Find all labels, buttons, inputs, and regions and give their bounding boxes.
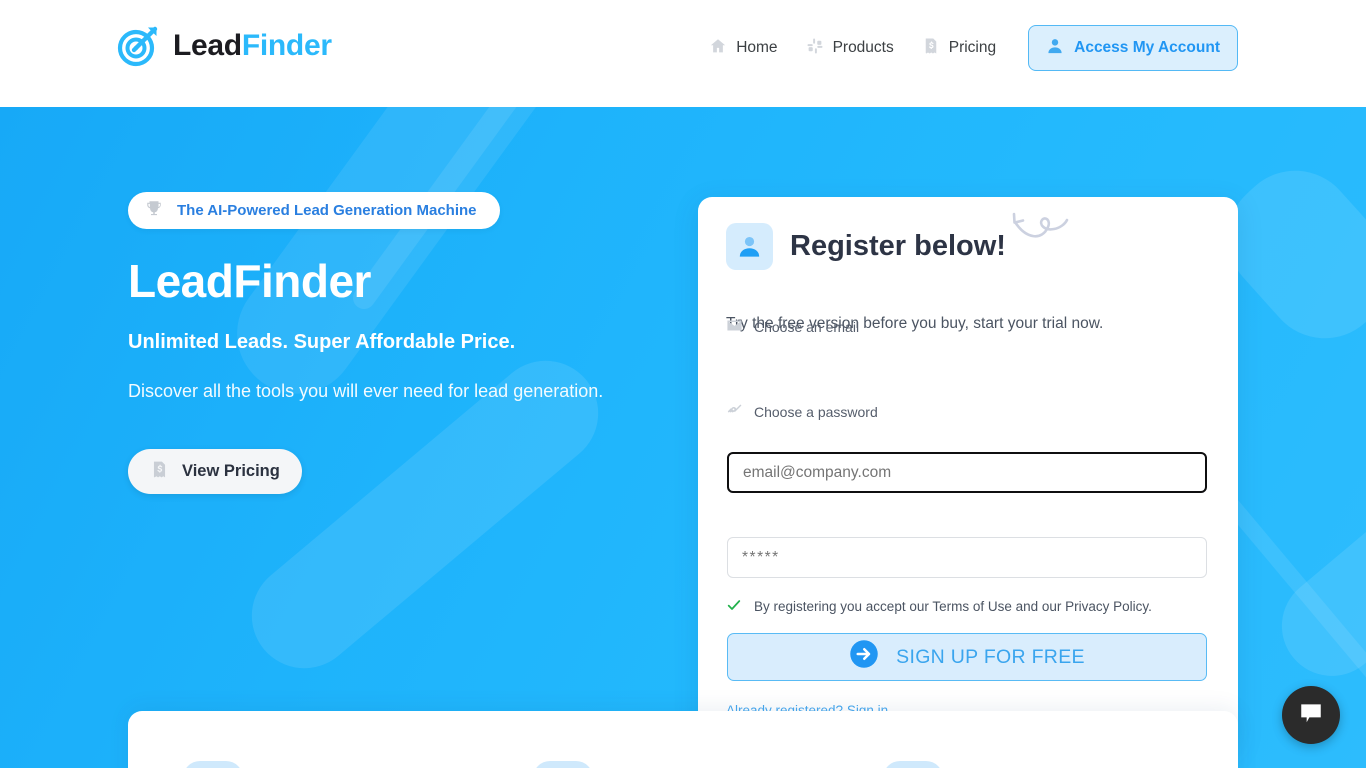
hero-description: Discover all the tools you will ever nee… bbox=[128, 381, 604, 402]
nav-item-home[interactable]: Home bbox=[695, 25, 791, 71]
receipt-dollar-icon bbox=[922, 37, 940, 60]
arrow-right-circle-icon bbox=[849, 639, 879, 675]
logo[interactable]: LeadFinder bbox=[115, 22, 332, 70]
password-label-text: Choose a password bbox=[754, 404, 878, 420]
hero-section: The AI-Powered Lead Generation Machine L… bbox=[0, 107, 1366, 768]
nav-item-home-label: Home bbox=[736, 39, 778, 56]
register-card: Register below! Try the free version bef… bbox=[698, 197, 1238, 749]
nav-item-pricing[interactable]: Pricing bbox=[908, 25, 1010, 71]
main-navigation: Home Products Pricing Access My Account bbox=[695, 25, 1238, 71]
trophy-icon bbox=[145, 199, 163, 222]
hero-subtitle: Unlimited Leads. Super Affordable Price. bbox=[128, 331, 516, 354]
terms-row: By registering you accept our Terms of U… bbox=[726, 597, 1152, 616]
email-field-label: Choose an email bbox=[726, 317, 859, 337]
key-icon bbox=[726, 402, 743, 422]
hero-content: The AI-Powered Lead Generation Machine L… bbox=[128, 192, 688, 495]
logo-text-lead: Lead bbox=[173, 29, 242, 62]
register-card-header: Register below! bbox=[726, 223, 1006, 270]
chat-widget-button[interactable] bbox=[1282, 686, 1340, 744]
envelope-icon bbox=[726, 317, 743, 337]
nav-item-products-label: Products bbox=[832, 39, 894, 56]
register-title: Register below! bbox=[790, 230, 1006, 262]
access-my-account-label: Access My Account bbox=[1074, 39, 1220, 56]
view-pricing-button[interactable]: View Pricing bbox=[128, 449, 302, 495]
home-icon bbox=[709, 37, 727, 60]
hero-badge-label: The AI-Powered Lead Generation Machine bbox=[177, 202, 477, 219]
sign-up-button[interactable]: SIGN UP FOR FREE bbox=[727, 633, 1207, 681]
curly-arrow-left-icon bbox=[1008, 209, 1074, 258]
logo-text-finder: Finder bbox=[241, 29, 332, 62]
chat-bubble-icon bbox=[1298, 700, 1324, 731]
email-input[interactable] bbox=[727, 452, 1207, 493]
nav-item-pricing-label: Pricing bbox=[948, 39, 997, 56]
hero-title: LeadFinder bbox=[128, 255, 371, 307]
target-arrow-logo bbox=[115, 22, 163, 70]
sign-up-label: SIGN UP FOR FREE bbox=[896, 645, 1085, 668]
email-label-text: Choose an email bbox=[754, 319, 860, 335]
hero-badge: The AI-Powered Lead Generation Machine bbox=[128, 192, 500, 229]
password-input[interactable] bbox=[727, 537, 1207, 578]
password-field-label: Choose a password bbox=[726, 402, 878, 422]
terms-text: By registering you accept our Terms of U… bbox=[754, 599, 1152, 614]
view-pricing-label: View Pricing bbox=[182, 462, 280, 481]
feature-icon-placeholder-2 bbox=[533, 761, 593, 768]
logo-text: LeadFinder bbox=[173, 29, 332, 63]
green-check-icon bbox=[726, 597, 742, 616]
person-icon bbox=[1046, 37, 1064, 60]
person-avatar-icon bbox=[726, 223, 773, 270]
nav-item-products[interactable]: Products bbox=[792, 25, 908, 71]
receipt-dollar-icon bbox=[150, 460, 169, 484]
grid-products-icon bbox=[806, 37, 824, 60]
site-header: LeadFinder Home Products Pricing Access … bbox=[0, 0, 1366, 107]
feature-icon-placeholder-3 bbox=[883, 761, 943, 768]
access-my-account-button[interactable]: Access My Account bbox=[1028, 25, 1238, 71]
deco-bar-5 bbox=[1261, 407, 1366, 697]
features-card bbox=[128, 711, 1238, 768]
feature-icon-placeholder-1 bbox=[183, 761, 243, 768]
